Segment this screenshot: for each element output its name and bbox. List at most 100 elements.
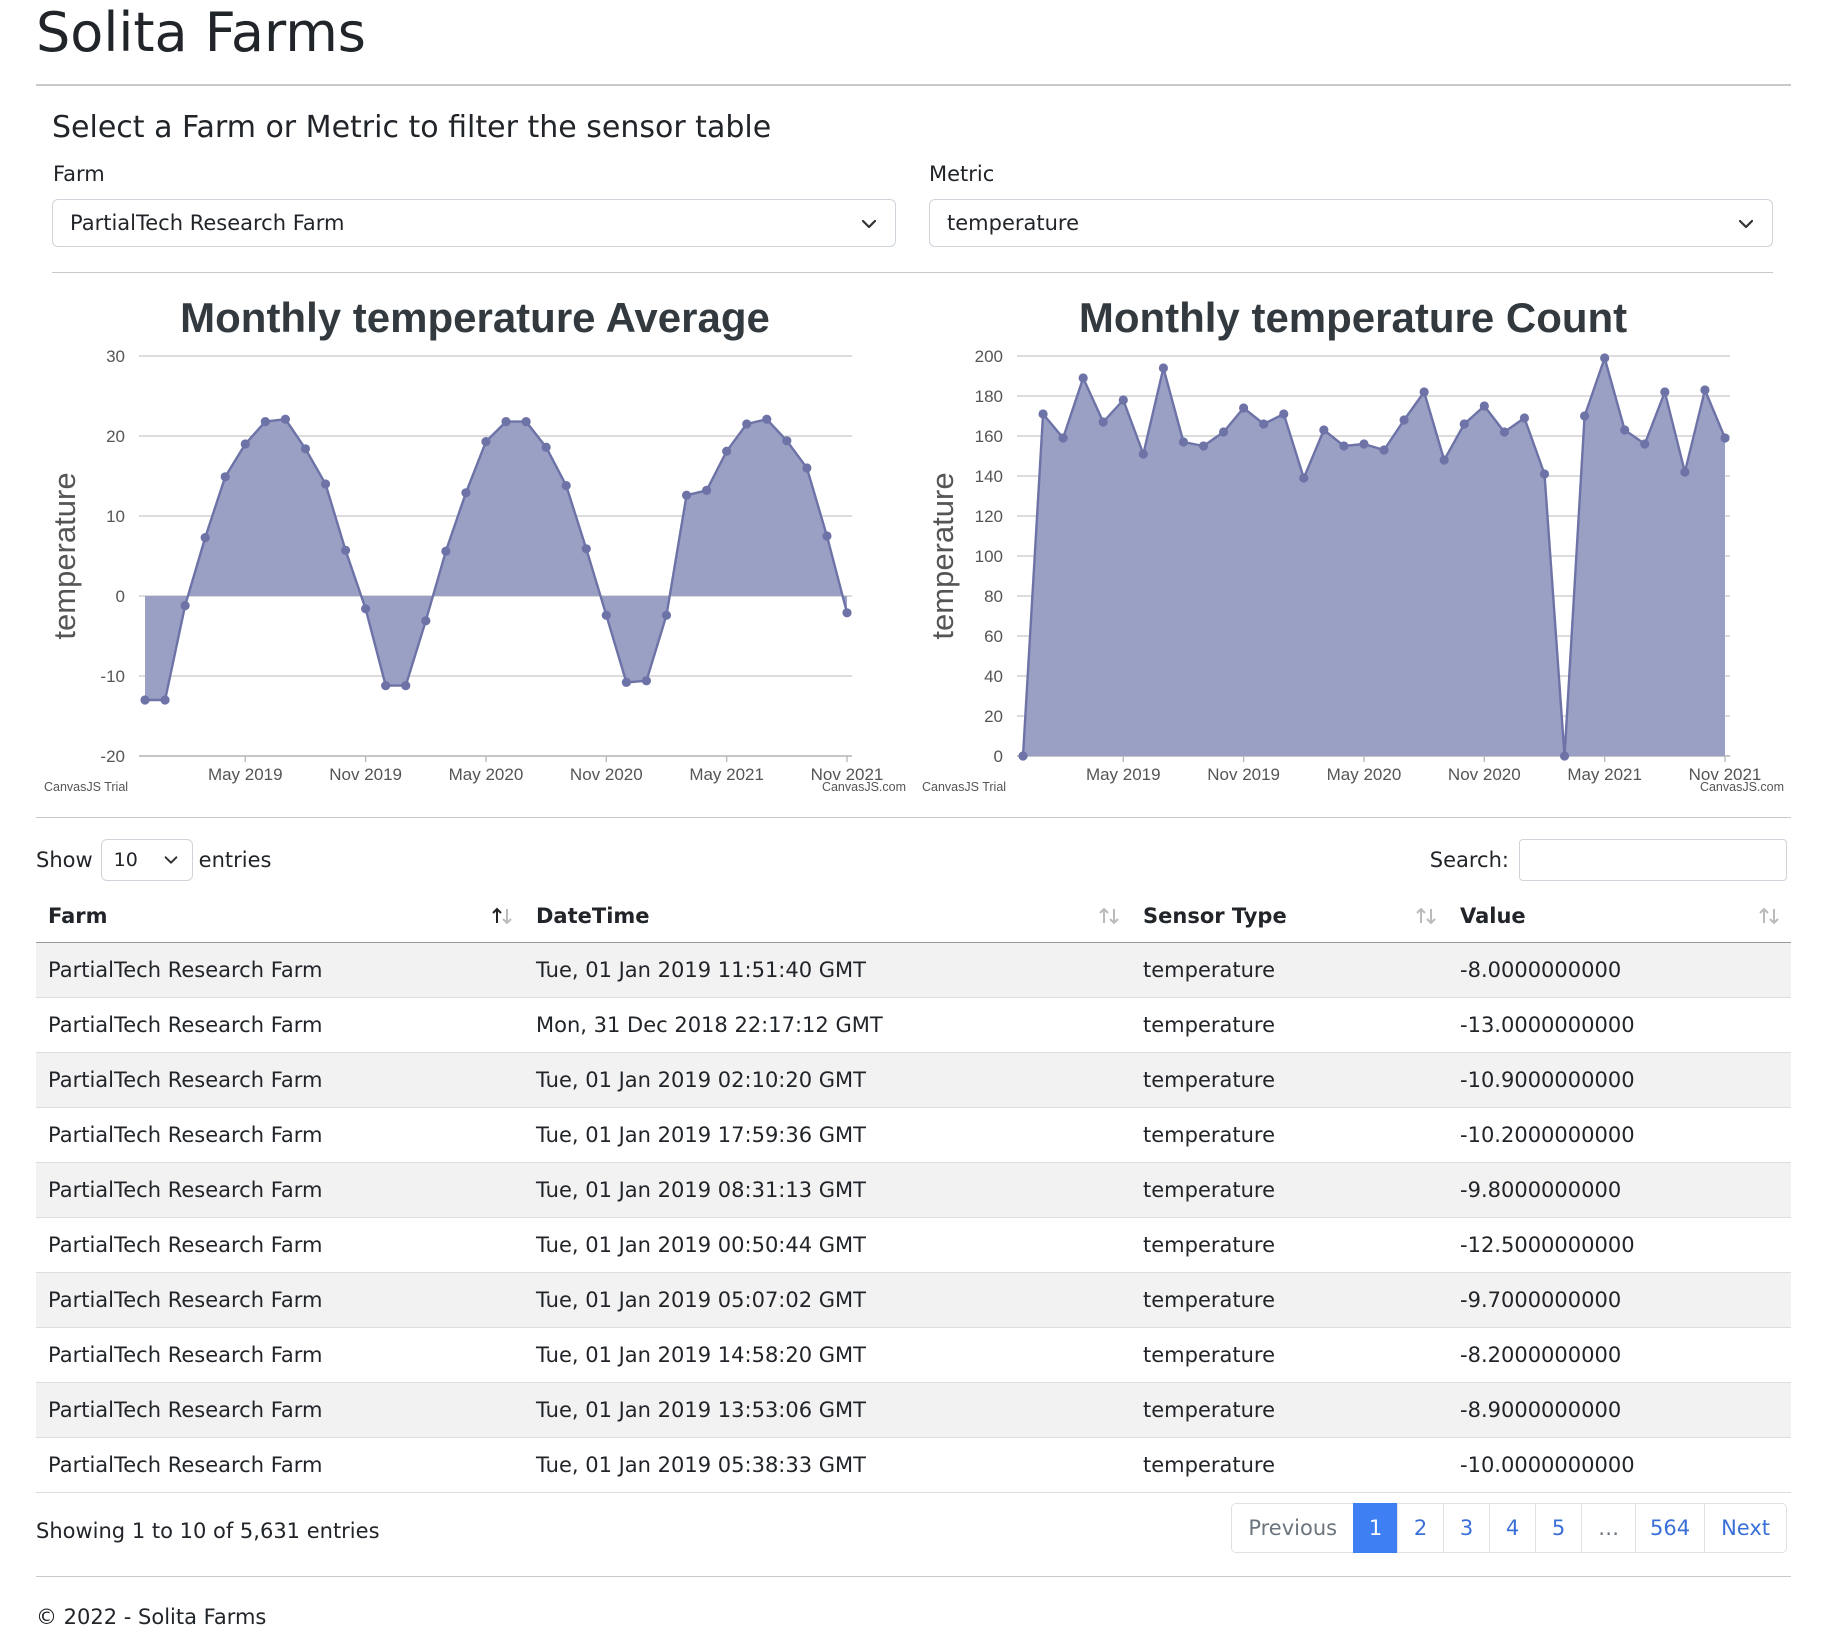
cell-value: -9.7000000000 — [1448, 1272, 1791, 1328]
data-point — [1499, 427, 1509, 437]
data-point — [1319, 425, 1329, 435]
cell-value: -10.2000000000 — [1448, 1107, 1791, 1163]
chevron-down-icon — [1738, 219, 1754, 229]
column-header-value[interactable]: Value — [1448, 890, 1791, 943]
length-prefix: Show — [36, 848, 93, 872]
data-point — [200, 533, 210, 543]
y-tick-label: 120 — [975, 507, 1003, 526]
table-row: PartialTech Research Farm Mon, 31 Dec 20… — [36, 997, 1791, 1053]
data-point — [1600, 353, 1610, 363]
cell-datetime: Tue, 01 Jan 2019 05:38:33 GMT — [524, 1437, 1131, 1493]
data-point — [1459, 419, 1469, 429]
pagination-next[interactable]: Next — [1704, 1503, 1787, 1553]
metric-label: Metric — [929, 162, 995, 186]
y-tick-label: 200 — [975, 347, 1003, 366]
cell-sensor-type: temperature — [1131, 1217, 1448, 1273]
table-info: Showing 1 to 10 of 5,631 entries — [36, 1519, 380, 1543]
data-point — [521, 417, 531, 427]
pagination-page-1[interactable]: 1 — [1353, 1503, 1399, 1553]
data-point — [501, 417, 511, 427]
data-point — [441, 546, 451, 556]
data-point — [160, 695, 170, 705]
length-control: Show 10 entries — [36, 838, 271, 882]
data-point — [802, 463, 812, 473]
data-point — [681, 490, 692, 500]
canvasjs-credit: CanvasJS.com — [1700, 780, 1784, 794]
column-header-label: Farm — [48, 904, 108, 928]
data-point — [1239, 403, 1249, 413]
cell-value: -12.5000000000 — [1448, 1217, 1791, 1273]
area-fill — [1023, 358, 1725, 756]
data-point — [581, 544, 591, 554]
data-point — [1479, 401, 1489, 411]
cell-sensor-type: temperature — [1131, 1272, 1448, 1328]
chevron-down-icon — [861, 219, 877, 229]
data-point — [1379, 445, 1389, 455]
column-header-datetime[interactable]: DateTime — [524, 890, 1131, 943]
data-point — [320, 479, 331, 489]
cell-datetime: Tue, 01 Jan 2019 13:53:06 GMT — [524, 1382, 1131, 1438]
data-point — [1680, 467, 1690, 477]
y-tick-label: 30 — [106, 347, 125, 366]
pagination-page-4[interactable]: 4 — [1489, 1503, 1537, 1553]
sort-both-icon — [1099, 907, 1119, 925]
sort-both-icon — [1416, 907, 1436, 925]
data-point — [1198, 441, 1209, 451]
cell-value: -10.0000000000 — [1448, 1437, 1791, 1493]
data-point — [361, 604, 371, 614]
y-tick-label: 100 — [975, 547, 1003, 566]
pagination-previous[interactable]: Previous — [1231, 1503, 1355, 1553]
footer-copyright: © 2022 - Solita Farms — [36, 1605, 267, 1629]
cell-datetime: Tue, 01 Jan 2019 00:50:44 GMT — [524, 1217, 1131, 1273]
data-point — [822, 531, 832, 541]
data-point — [1218, 427, 1229, 437]
cell-datetime: Tue, 01 Jan 2019 17:59:36 GMT — [524, 1107, 1131, 1163]
data-point — [1399, 415, 1409, 425]
chart-title: Monthly temperature Average — [180, 294, 770, 341]
pagination-page-5[interactable]: 5 — [1535, 1503, 1583, 1553]
cell-sensor-type: temperature — [1131, 942, 1448, 998]
metric-select-value: temperature — [947, 211, 1079, 235]
entries-select-value: 10 — [113, 849, 138, 871]
data-point — [381, 681, 391, 691]
column-header-sensor-type[interactable]: Sensor Type — [1131, 890, 1448, 943]
x-tick-label: May 2019 — [208, 765, 283, 784]
table-row: PartialTech Research Farm Tue, 01 Jan 20… — [36, 1217, 1791, 1273]
search-input[interactable] — [1519, 839, 1787, 881]
length-suffix: entries — [198, 848, 272, 872]
data-point — [661, 610, 672, 620]
data-point — [401, 681, 411, 691]
x-tick-label: May 2021 — [689, 765, 764, 784]
farm-select[interactable]: PartialTech Research Farm — [52, 199, 896, 247]
data-point — [561, 481, 571, 491]
cell-value: -8.2000000000 — [1448, 1327, 1791, 1383]
data-point — [842, 608, 852, 618]
farm-label: Farm — [53, 162, 105, 186]
pagination-page-3[interactable]: 3 — [1443, 1503, 1491, 1553]
data-point — [1640, 439, 1650, 449]
x-tick-label: Nov 2020 — [1448, 765, 1521, 784]
area-fill — [145, 419, 847, 700]
sort-ascending-icon — [492, 907, 512, 925]
cell-farm: PartialTech Research Farm — [36, 942, 524, 998]
metric-select[interactable]: temperature — [929, 199, 1773, 247]
x-tick-label: Nov 2020 — [570, 765, 643, 784]
data-point — [260, 417, 270, 427]
column-header-farm[interactable]: Farm — [36, 890, 524, 943]
table-row: PartialTech Research Farm Tue, 01 Jan 20… — [36, 1162, 1791, 1218]
data-point — [1419, 387, 1429, 397]
cell-value: -8.9000000000 — [1448, 1382, 1791, 1438]
y-tick-label: 80 — [984, 587, 1003, 606]
search-control: Search: — [1430, 838, 1787, 882]
pagination-page-last[interactable]: 564 — [1635, 1503, 1706, 1553]
pagination-page-2[interactable]: 2 — [1397, 1503, 1445, 1553]
column-header-label: Sensor Type — [1143, 904, 1287, 928]
cell-farm: PartialTech Research Farm — [36, 1107, 524, 1163]
entries-select[interactable]: 10 — [100, 839, 193, 881]
footer-divider — [36, 1576, 1791, 1577]
filter-divider — [52, 272, 1773, 273]
data-point — [601, 610, 611, 620]
table-row: PartialTech Research Farm Tue, 01 Jan 20… — [36, 1107, 1791, 1163]
data-point — [742, 419, 752, 429]
cell-value: -9.8000000000 — [1448, 1162, 1791, 1218]
